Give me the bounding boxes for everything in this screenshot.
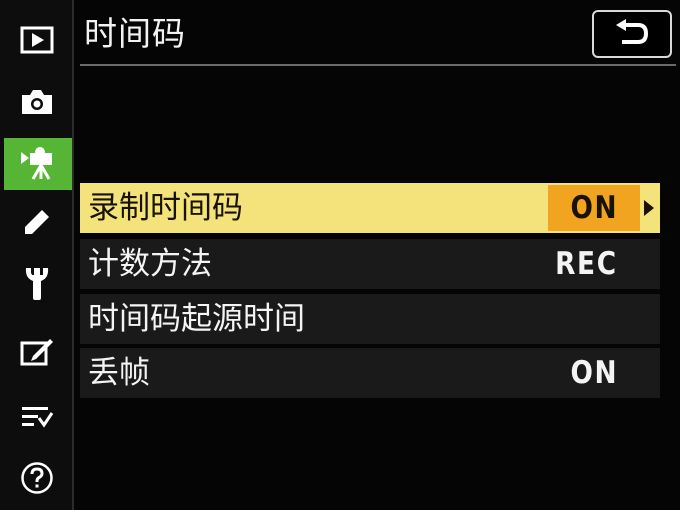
tab-setup[interactable]: [4, 258, 70, 310]
tab-help[interactable]: [4, 452, 70, 504]
camera-menu-screen: 时间码 录制时间码 ON 计数方法 REC 时间码起源时间 丢帧 ON: [0, 0, 680, 510]
retouch-icon: [20, 339, 53, 366]
my-menu-icon: [22, 407, 54, 428]
menu-item-value: ON: [570, 355, 618, 391]
menu-tab-sidebar: [0, 0, 74, 510]
tab-movie-shooting[interactable]: [4, 138, 74, 190]
tab-playback[interactable]: [4, 14, 70, 66]
back-button[interactable]: [592, 10, 672, 58]
help-icon: [21, 462, 53, 494]
menu-item-value: ON: [570, 190, 618, 226]
tab-custom-settings[interactable]: [4, 196, 70, 248]
menu-item-label: 丢帧: [88, 355, 150, 391]
menu-item-label: 计数方法: [88, 246, 212, 282]
wrench-icon: [25, 268, 49, 300]
chevron-right-icon: [644, 200, 654, 216]
tab-retouch[interactable]: [4, 326, 70, 378]
playback-icon: [20, 26, 54, 54]
menu-item-record-timecode[interactable]: 录制时间码 ON: [80, 183, 660, 233]
page-title: 时间码: [84, 14, 186, 53]
camera-icon: [22, 90, 52, 114]
pencil-icon: [25, 210, 49, 234]
sidebar-divider: [72, 0, 74, 510]
menu-item-value: REC: [555, 246, 618, 282]
header-divider: [80, 64, 676, 66]
tab-my-menu[interactable]: [4, 392, 70, 444]
menu-item-label: 录制时间码: [88, 190, 243, 226]
menu-item-timecode-origin[interactable]: 时间码起源时间: [80, 294, 660, 344]
tab-photo-shooting[interactable]: [4, 76, 70, 128]
menu-item-count-method[interactable]: 计数方法 REC: [80, 239, 660, 289]
return-arrow-icon: [616, 19, 649, 44]
menu-item-drop-frame[interactable]: 丢帧 ON: [80, 348, 660, 398]
movie-camera-icon: [21, 147, 52, 180]
menu-item-label: 时间码起源时间: [88, 301, 305, 337]
